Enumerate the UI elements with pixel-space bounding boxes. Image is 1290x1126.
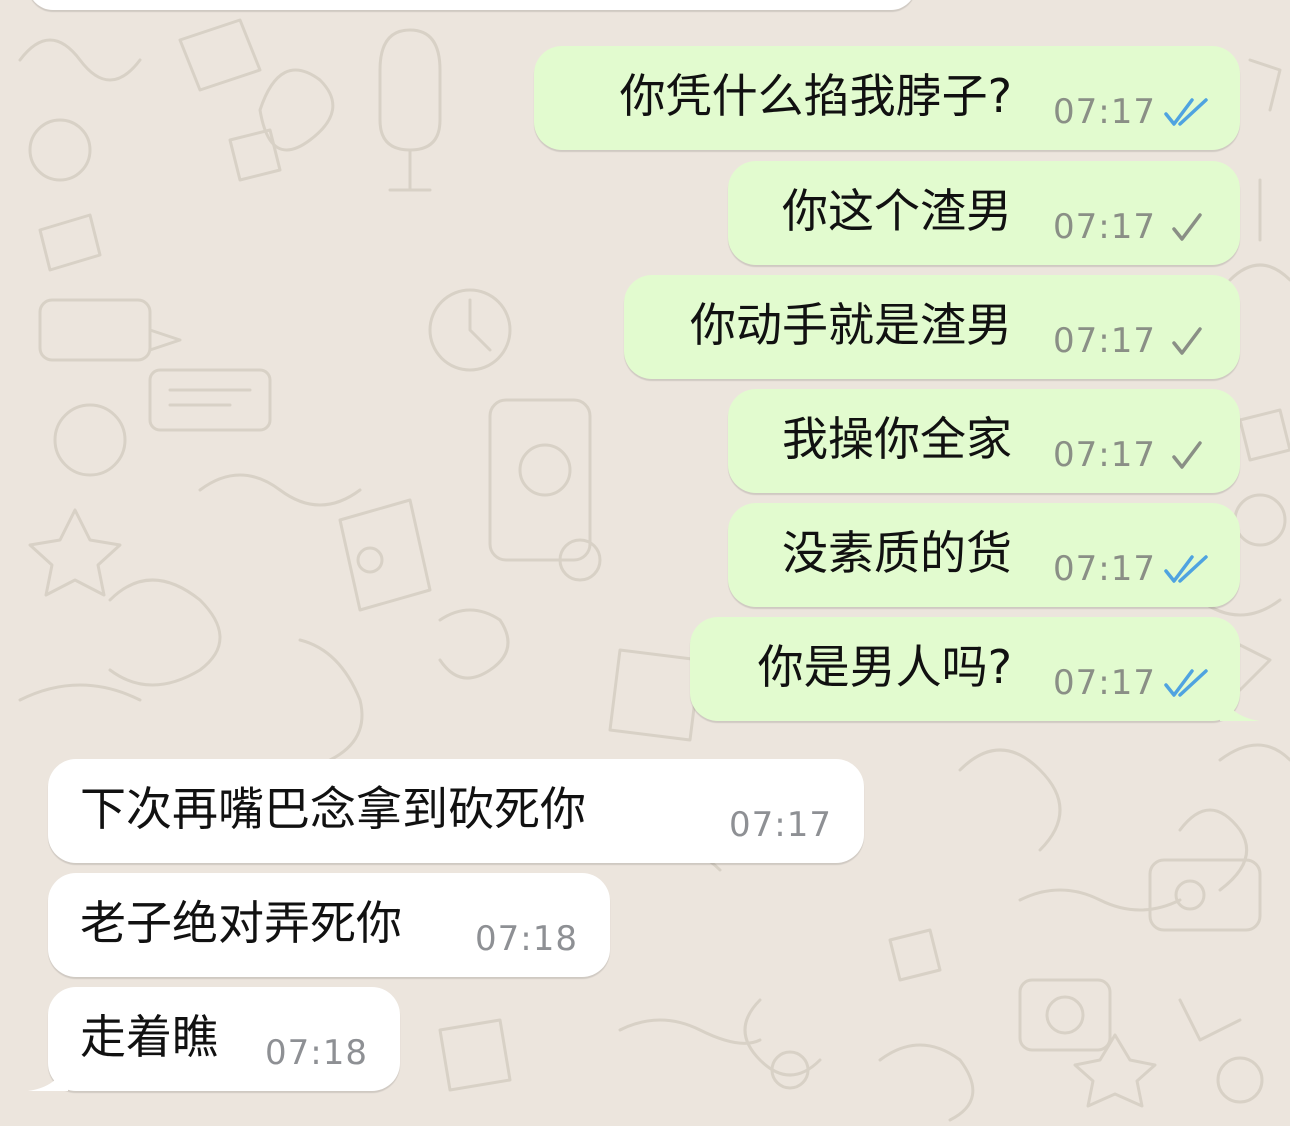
bubble-tail [28,1061,68,1091]
outgoing-message-bubble[interactable]: 你这个渣男 07:17 [728,161,1240,265]
message-text: 我操你全家 [782,412,1012,466]
message-time: 07:17 [1053,321,1156,361]
outgoing-message-bubble[interactable]: 你动手就是渣男 07:17 [624,275,1240,379]
double-check-read-icon [1164,98,1208,126]
single-check-icon [1172,213,1202,241]
message-time: 07:17 [1053,435,1156,475]
bubble-tail [1220,691,1260,721]
message-text: 你是男人吗? [757,640,1012,694]
single-check-icon [1172,441,1202,469]
double-check-read-icon [1164,669,1208,697]
incoming-message-bubble[interactable]: 下次再嘴巴念拿到砍死你 07:17 [48,759,864,863]
incoming-message-bubble[interactable]: 老子绝对弄死你 07:18 [48,873,610,977]
incoming-message-bubble[interactable]: 走着瞧 07:18 [28,987,400,1091]
message-text: 你凭什么掐我脖子? [619,69,1012,123]
message-time: 07:17 [729,805,832,845]
outgoing-message-bubble[interactable]: 你是男人吗? 07:17 [690,617,1260,721]
outgoing-message-bubble[interactable]: 没素质的货 07:17 [728,503,1240,607]
message-text: 你动手就是渣男 [690,298,1012,352]
message-time: 07:18 [475,919,578,959]
message-time: 07:18 [265,1033,368,1073]
previous-message-bubble[interactable] [28,0,916,10]
message-text: 没素质的货 [782,526,1012,580]
single-check-icon [1172,327,1202,355]
message-text: 走着瞧 [80,1010,218,1064]
message-text: 老子绝对弄死你 [80,896,402,950]
message-time: 07:17 [1053,207,1156,247]
message-text: 下次再嘴巴念拿到砍死你 [80,782,586,836]
message-time: 07:17 [1053,663,1156,703]
chat-message-list[interactable]: 你凭什么掐我脖子? 07:17 你这个渣男 07:17 你动手就是渣男 07:1… [0,0,1290,1126]
outgoing-message-bubble[interactable]: 我操你全家 07:17 [728,389,1240,493]
message-time: 07:17 [1053,549,1156,589]
double-check-read-icon [1164,555,1208,583]
outgoing-message-bubble[interactable]: 你凭什么掐我脖子? 07:17 [534,46,1240,150]
message-text: 你这个渣男 [782,184,1012,238]
message-time: 07:17 [1053,92,1156,132]
